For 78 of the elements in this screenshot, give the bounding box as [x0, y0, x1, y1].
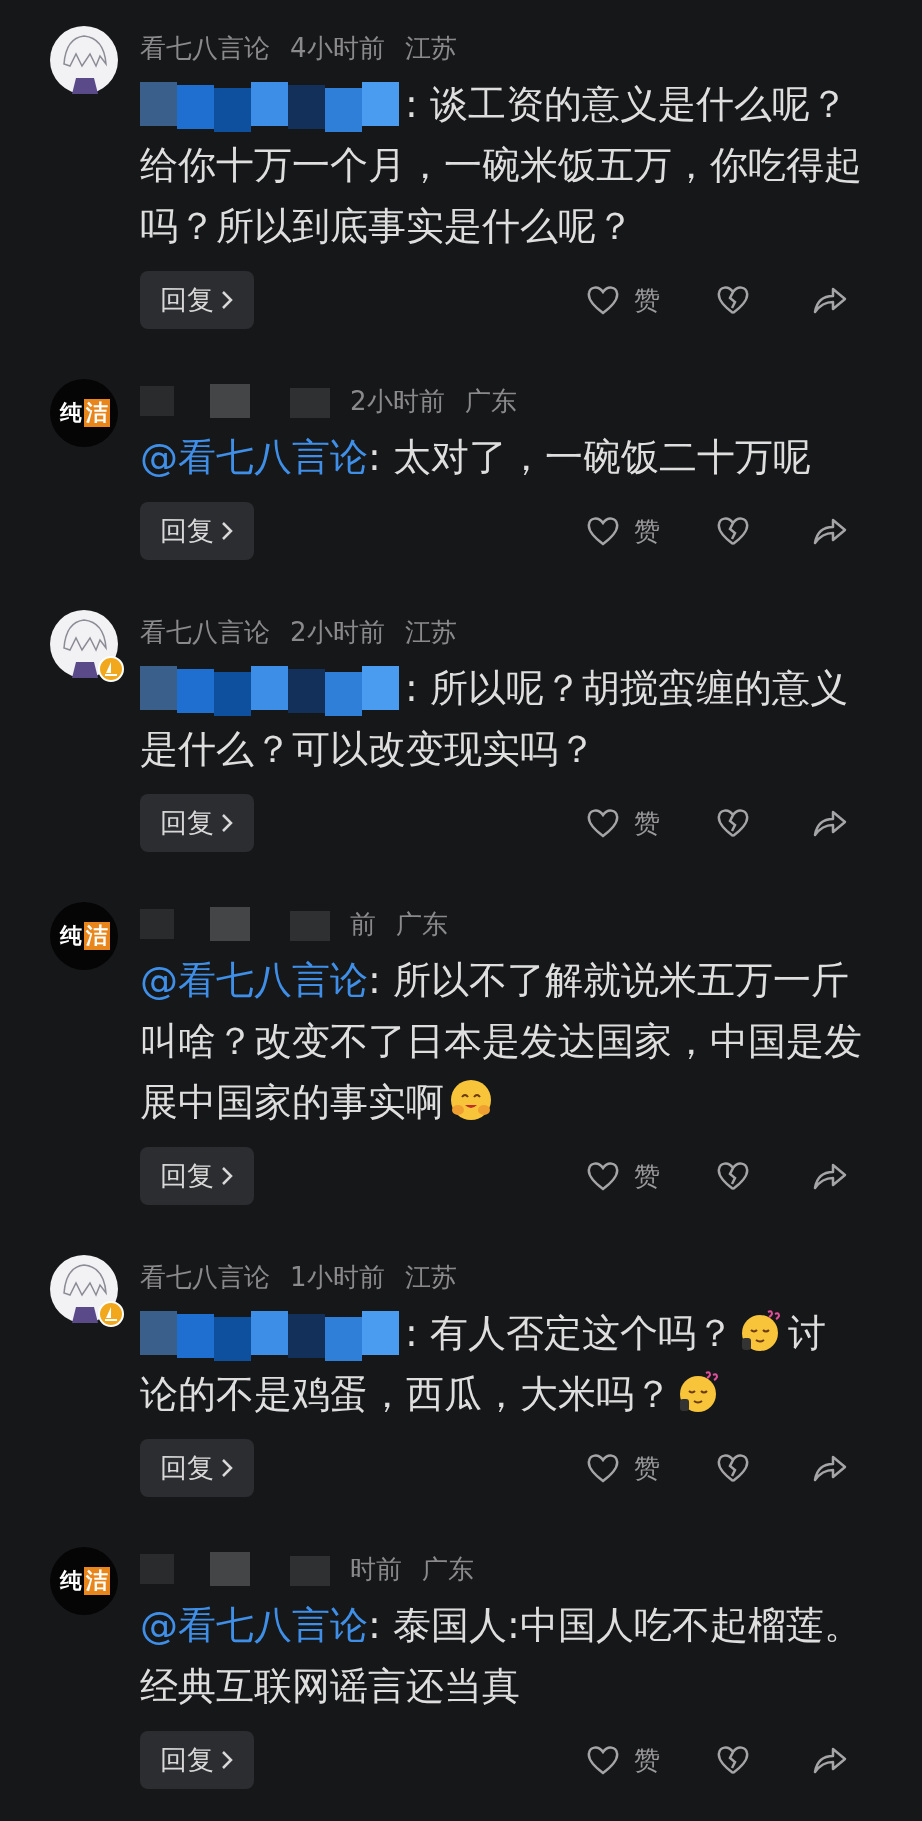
chevron-icon	[220, 289, 234, 311]
chevron-icon	[220, 1165, 234, 1187]
broken-heart-icon	[716, 807, 750, 839]
reply-button[interactable]: 回复	[140, 1439, 254, 1497]
reply-button[interactable]: 回复	[140, 794, 254, 852]
like-button[interactable]	[586, 807, 620, 839]
reply-button[interactable]: 回复	[140, 271, 254, 329]
like-button[interactable]	[586, 284, 620, 316]
user-mention[interactable]: @看七八言论	[140, 1603, 368, 1647]
comment-time: 1小时前	[290, 1260, 385, 1294]
like-label: 赞	[634, 1743, 660, 1777]
like-label: 赞	[634, 1451, 660, 1485]
username[interactable]: 看七八言论	[140, 614, 270, 650]
comment-location: 广东	[464, 384, 517, 418]
chevron-icon	[220, 520, 234, 542]
hugging-emoji-icon	[448, 1077, 494, 1123]
avatar-text: 洁	[84, 922, 110, 950]
comment-location: 广东	[422, 1552, 474, 1586]
comment-text: @看七八言论: 泰国人:中国人吃不起榴莲。经典互联网谣言还当真	[140, 1602, 862, 1710]
chevron-icon	[220, 1457, 234, 1479]
chevron-icon	[220, 812, 234, 834]
heart-icon	[586, 284, 620, 316]
heart-icon	[586, 1160, 620, 1192]
like-label: 赞	[634, 806, 660, 840]
broken-heart-icon	[716, 1744, 750, 1776]
like-button[interactable]	[586, 1744, 620, 1776]
sailboat-badge-icon	[98, 1301, 124, 1327]
reply-button[interactable]: 回复	[140, 502, 254, 560]
user-mention[interactable]: @看七八言论	[140, 958, 368, 1002]
avatar-drawing	[50, 1255, 118, 1323]
comment-text: @看七八言论: 所以不了解就说米五万一斤叫啥？改变不了日本是发达国家，中国是发展中国家的事实啊	[140, 957, 862, 1126]
comment-time: 前	[350, 907, 376, 941]
comment-text: @看七八言论: 太对了，一碗饭二十万呢	[140, 434, 812, 481]
dislike-button[interactable]	[716, 1744, 750, 1776]
like-label: 赞	[634, 1159, 660, 1193]
heart-icon	[586, 515, 620, 547]
heart-icon	[586, 1744, 620, 1776]
avatar-drawing	[50, 26, 118, 94]
username[interactable]: 看七八言论	[140, 30, 270, 66]
comment-time: 4小时前	[290, 31, 385, 65]
comment-time: 2小时前	[350, 384, 445, 418]
chevron-icon	[220, 1749, 234, 1771]
dislike-button[interactable]	[716, 807, 750, 839]
dislike-button[interactable]	[716, 284, 750, 316]
comment-location: 江苏	[404, 615, 457, 649]
avatar-text: 洁	[84, 1567, 110, 1595]
like-button[interactable]	[586, 1160, 620, 1192]
broken-heart-icon	[716, 515, 750, 547]
reply-button[interactable]: 回复	[140, 1147, 254, 1205]
avatar-text: 纯	[58, 1567, 83, 1595]
comment-time: 2小时前	[290, 615, 385, 649]
avatar-drawing	[50, 610, 118, 678]
avatar-text: 纯	[58, 922, 83, 950]
like-label: 赞	[634, 514, 660, 548]
comment-time: 时前	[350, 1552, 402, 1586]
comment-text: : 有人否定这个吗？ 讨论的不是鸡蛋，西瓜，大米吗？	[140, 1303, 862, 1425]
like-label: 赞	[634, 283, 660, 317]
broken-heart-icon	[716, 1452, 750, 1484]
dislike-button[interactable]	[716, 1452, 750, 1484]
comment-location: 广东	[396, 907, 448, 941]
user-mention[interactable]: @看七八言论	[140, 435, 368, 479]
comment-location: 江苏	[404, 1260, 457, 1294]
heart-icon	[586, 807, 620, 839]
comment-location: 江苏	[404, 31, 457, 65]
sailboat-badge-icon	[98, 656, 124, 682]
username[interactable]: 看七八言论	[140, 1259, 270, 1295]
broken-heart-icon	[716, 284, 750, 316]
like-button[interactable]	[586, 1452, 620, 1484]
avatar-text: 纯	[58, 399, 83, 427]
comment-text: : 谈工资的意义是什么呢？给你十万一个月，一碗米饭五万，你吃得起吗？所以到底事实是什么呢？	[140, 80, 862, 250]
dislike-button[interactable]	[716, 515, 750, 547]
avatar-text: 洁	[84, 399, 110, 427]
broken-heart-icon	[716, 1160, 750, 1192]
comment-text: : 所以呢？胡搅蛮缠的意义是什么？可以改变现实吗？	[140, 664, 849, 773]
heart-icon	[586, 1452, 620, 1484]
like-button[interactable]	[586, 515, 620, 547]
dislike-button[interactable]	[716, 1160, 750, 1192]
reply-button[interactable]: 回复	[140, 1731, 254, 1789]
